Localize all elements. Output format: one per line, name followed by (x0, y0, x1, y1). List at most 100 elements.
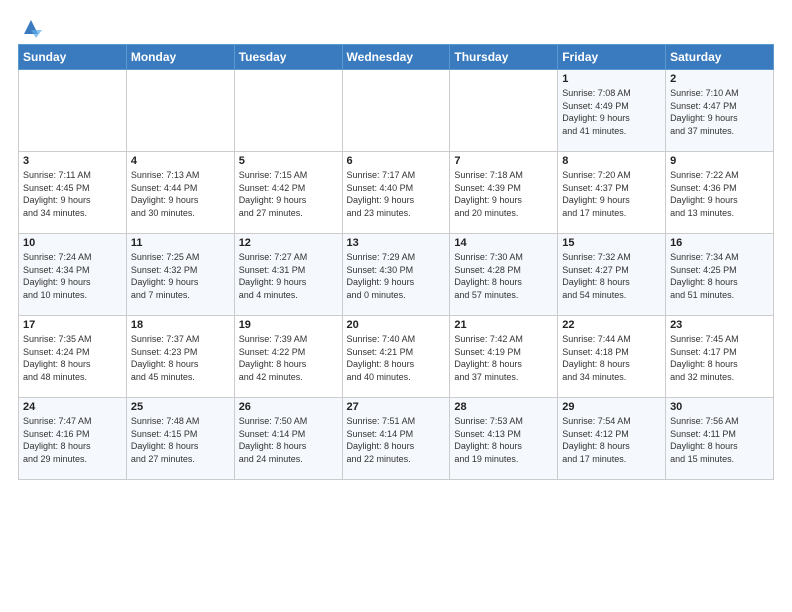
calendar-cell: 5 Sunrise: 7:15 AM Sunset: 4:42 PM Daylig… (234, 152, 342, 234)
day-info: Sunrise: 7:44 AM Sunset: 4:18 PM Dayligh… (562, 333, 661, 383)
calendar-cell: 17Sunrise: 7:35 AM Sunset: 4:24 PM Dayli… (19, 316, 127, 398)
day-info: Sunrise: 7:29 AM Sunset: 4:30 PM Dayligh… (347, 251, 446, 301)
calendar-cell (450, 70, 558, 152)
calendar-cell: 23Sunrise: 7:45 AM Sunset: 4:17 PM Dayli… (666, 316, 774, 398)
day-info: Sunrise: 7:20 AM Sunset: 4:37 PM Dayligh… (562, 169, 661, 219)
day-number: 29 (562, 401, 661, 413)
calendar-cell: 2 Sunrise: 7:10 AM Sunset: 4:47 PM Daylig… (666, 70, 774, 152)
calendar-cell: 28 Sunrise: 7:53 AM Sunset: 4:13 PM Dayli… (450, 398, 558, 480)
calendar-cell: 10 Sunrise: 7:24 AM Sunset: 4:34 PM Dayli… (19, 234, 127, 316)
calendar-cell: 24Sunrise: 7:47 AM Sunset: 4:16 PM Dayli… (19, 398, 127, 480)
day-number: 27 (347, 401, 446, 413)
calendar-cell (342, 70, 450, 152)
weekday-header-thursday: Thursday (450, 45, 558, 70)
calendar-cell: 18 Sunrise: 7:37 AM Sunset: 4:23 PM Dayli… (126, 316, 234, 398)
day-number: 18 (131, 319, 230, 331)
calendar-cell: 19 Sunrise: 7:39 AM Sunset: 4:22 PM Dayli… (234, 316, 342, 398)
calendar-cell: 12 Sunrise: 7:27 AM Sunset: 4:31 PM Dayli… (234, 234, 342, 316)
day-number: 11 (131, 237, 230, 249)
page: SundayMondayTuesdayWednesdayThursdayFrid… (0, 0, 792, 490)
day-number: 21 (454, 319, 553, 331)
calendar-cell: 26 Sunrise: 7:50 AM Sunset: 4:14 PM Dayli… (234, 398, 342, 480)
calendar-table: SundayMondayTuesdayWednesdayThursdayFrid… (18, 44, 774, 480)
logo-icon (20, 16, 42, 38)
day-info: Sunrise: 7:27 AM Sunset: 4:31 PM Dayligh… (239, 251, 338, 301)
day-info: Sunrise: 7:08 AM Sunset: 4:49 PM Dayligh… (562, 87, 661, 137)
day-info: Sunrise: 7:24 AM Sunset: 4:34 PM Dayligh… (23, 251, 122, 301)
day-info: Sunrise: 7:53 AM Sunset: 4:13 PM Dayligh… (454, 415, 553, 465)
day-info: Sunrise: 7:40 AM Sunset: 4:21 PM Dayligh… (347, 333, 446, 383)
calendar-cell: 4Sunrise: 7:13 AM Sunset: 4:44 PM Daylig… (126, 152, 234, 234)
calendar-cell: 27Sunrise: 7:51 AM Sunset: 4:14 PM Dayli… (342, 398, 450, 480)
day-number: 3 (23, 155, 122, 167)
calendar-cell: 15 Sunrise: 7:32 AM Sunset: 4:27 PM Dayli… (558, 234, 666, 316)
weekday-header-wednesday: Wednesday (342, 45, 450, 70)
calendar-cell (126, 70, 234, 152)
week-row-4: 17Sunrise: 7:35 AM Sunset: 4:24 PM Dayli… (19, 316, 774, 398)
weekday-header-monday: Monday (126, 45, 234, 70)
day-number: 30 (670, 401, 769, 413)
calendar-cell: 7 Sunrise: 7:18 AM Sunset: 4:39 PM Daylig… (450, 152, 558, 234)
header (18, 16, 774, 38)
day-number: 28 (454, 401, 553, 413)
day-number: 20 (347, 319, 446, 331)
day-number: 2 (670, 73, 769, 85)
day-number: 22 (562, 319, 661, 331)
day-info: Sunrise: 7:50 AM Sunset: 4:14 PM Dayligh… (239, 415, 338, 465)
day-number: 13 (347, 237, 446, 249)
weekday-header-tuesday: Tuesday (234, 45, 342, 70)
day-number: 14 (454, 237, 553, 249)
day-info: Sunrise: 7:54 AM Sunset: 4:12 PM Dayligh… (562, 415, 661, 465)
calendar-cell (19, 70, 127, 152)
day-number: 26 (239, 401, 338, 413)
day-number: 10 (23, 237, 122, 249)
day-number: 23 (670, 319, 769, 331)
day-number: 5 (239, 155, 338, 167)
weekday-header-row: SundayMondayTuesdayWednesdayThursdayFrid… (19, 45, 774, 70)
day-info: Sunrise: 7:10 AM Sunset: 4:47 PM Dayligh… (670, 87, 769, 137)
day-info: Sunrise: 7:56 AM Sunset: 4:11 PM Dayligh… (670, 415, 769, 465)
calendar-cell: 22 Sunrise: 7:44 AM Sunset: 4:18 PM Dayli… (558, 316, 666, 398)
calendar-cell: 25Sunrise: 7:48 AM Sunset: 4:15 PM Dayli… (126, 398, 234, 480)
weekday-header-saturday: Saturday (666, 45, 774, 70)
day-number: 4 (131, 155, 230, 167)
day-number: 16 (670, 237, 769, 249)
calendar-cell: 20 Sunrise: 7:40 AM Sunset: 4:21 PM Dayli… (342, 316, 450, 398)
day-info: Sunrise: 7:18 AM Sunset: 4:39 PM Dayligh… (454, 169, 553, 219)
day-number: 15 (562, 237, 661, 249)
day-number: 7 (454, 155, 553, 167)
day-number: 6 (347, 155, 446, 167)
day-info: Sunrise: 7:35 AM Sunset: 4:24 PM Dayligh… (23, 333, 122, 383)
day-info: Sunrise: 7:25 AM Sunset: 4:32 PM Dayligh… (131, 251, 230, 301)
logo (18, 16, 42, 38)
day-info: Sunrise: 7:39 AM Sunset: 4:22 PM Dayligh… (239, 333, 338, 383)
day-info: Sunrise: 7:17 AM Sunset: 4:40 PM Dayligh… (347, 169, 446, 219)
calendar-cell: 1 Sunrise: 7:08 AM Sunset: 4:49 PM Daylig… (558, 70, 666, 152)
calendar-cell: 30 Sunrise: 7:56 AM Sunset: 4:11 PM Dayli… (666, 398, 774, 480)
week-row-3: 10 Sunrise: 7:24 AM Sunset: 4:34 PM Dayli… (19, 234, 774, 316)
week-row-5: 24Sunrise: 7:47 AM Sunset: 4:16 PM Dayli… (19, 398, 774, 480)
calendar-cell: 11 Sunrise: 7:25 AM Sunset: 4:32 PM Dayli… (126, 234, 234, 316)
calendar-cell: 8 Sunrise: 7:20 AM Sunset: 4:37 PM Daylig… (558, 152, 666, 234)
calendar-cell: 21Sunrise: 7:42 AM Sunset: 4:19 PM Dayli… (450, 316, 558, 398)
day-info: Sunrise: 7:32 AM Sunset: 4:27 PM Dayligh… (562, 251, 661, 301)
calendar-cell: 3Sunrise: 7:11 AM Sunset: 4:45 PM Daylig… (19, 152, 127, 234)
day-info: Sunrise: 7:22 AM Sunset: 4:36 PM Dayligh… (670, 169, 769, 219)
weekday-header-sunday: Sunday (19, 45, 127, 70)
day-number: 24 (23, 401, 122, 413)
day-number: 8 (562, 155, 661, 167)
calendar-cell (234, 70, 342, 152)
calendar-cell: 13 Sunrise: 7:29 AM Sunset: 4:30 PM Dayli… (342, 234, 450, 316)
day-number: 1 (562, 73, 661, 85)
day-info: Sunrise: 7:15 AM Sunset: 4:42 PM Dayligh… (239, 169, 338, 219)
day-number: 12 (239, 237, 338, 249)
calendar-cell: 6 Sunrise: 7:17 AM Sunset: 4:40 PM Daylig… (342, 152, 450, 234)
calendar-cell: 29 Sunrise: 7:54 AM Sunset: 4:12 PM Dayli… (558, 398, 666, 480)
calendar-cell: 9 Sunrise: 7:22 AM Sunset: 4:36 PM Daylig… (666, 152, 774, 234)
day-number: 19 (239, 319, 338, 331)
day-number: 9 (670, 155, 769, 167)
day-info: Sunrise: 7:37 AM Sunset: 4:23 PM Dayligh… (131, 333, 230, 383)
day-info: Sunrise: 7:30 AM Sunset: 4:28 PM Dayligh… (454, 251, 553, 301)
weekday-header-friday: Friday (558, 45, 666, 70)
day-info: Sunrise: 7:34 AM Sunset: 4:25 PM Dayligh… (670, 251, 769, 301)
